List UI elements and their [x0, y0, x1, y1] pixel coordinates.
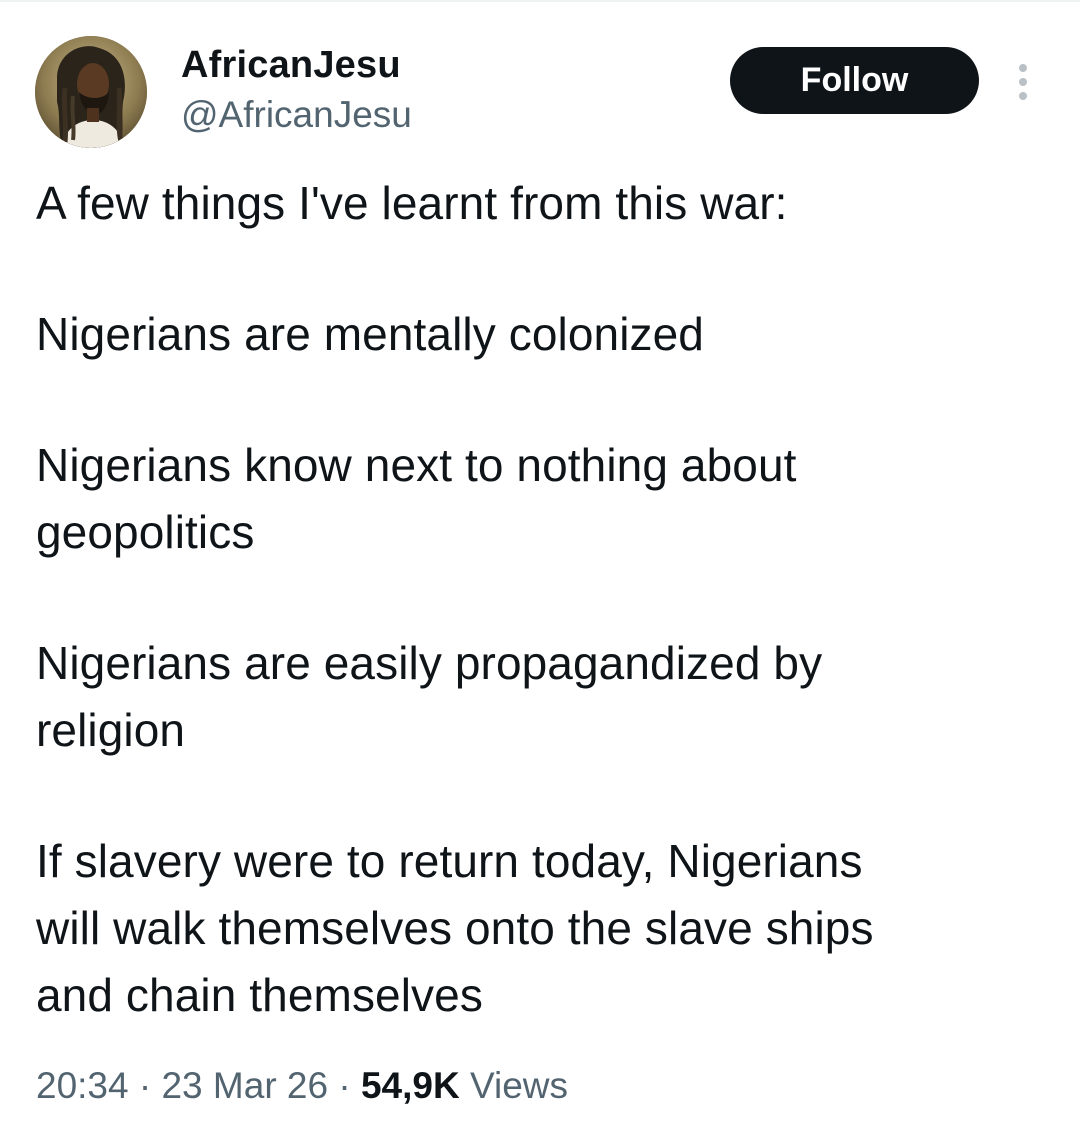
- tweet-paragraph: Nigerians know next to nothing about geop…: [36, 432, 1046, 566]
- top-divider: [0, 0, 1080, 2]
- views-label: Views: [469, 1065, 569, 1106]
- more-dot: [1019, 78, 1027, 86]
- avatar[interactable]: [35, 36, 147, 148]
- tweet-line: Nigerians know next to nothing about: [36, 439, 797, 491]
- tweet-text: A few things I've learnt from this war: N…: [36, 170, 1046, 1093]
- more-dot: [1019, 92, 1027, 100]
- tweet-line: A few things I've learnt from this war:: [36, 177, 788, 229]
- views-count[interactable]: 54,9K: [361, 1065, 460, 1106]
- author-display-name[interactable]: AfricanJesu: [181, 40, 401, 90]
- meta-separator: ·: [138, 1065, 152, 1106]
- meta-separator: ·: [338, 1065, 351, 1106]
- tweet-line: religion: [36, 704, 186, 756]
- more-vertical-icon[interactable]: [1010, 60, 1036, 104]
- tweet-line: geopolitics: [36, 506, 255, 558]
- tweet-line: Nigerians are easily propagandized by: [36, 637, 823, 689]
- tweet-line: Nigerians are mentally colonized: [36, 308, 704, 360]
- tweet-date[interactable]: 23 Mar 26: [161, 1065, 328, 1106]
- tweet-meta: 20:34 · 23 Mar 26 · 54,9K Views: [36, 1061, 568, 1111]
- tweet-paragraph: Nigerians are easily propagandized by rel…: [36, 630, 1046, 764]
- tweet-line: If slavery were to return today, Nigeria…: [36, 835, 863, 887]
- tweet-paragraph: Nigerians are mentally colonized: [36, 301, 1046, 368]
- tweet-paragraph: A few things I've learnt from this war:: [36, 170, 1046, 237]
- follow-button[interactable]: Follow: [730, 47, 979, 114]
- avatar-photo: [35, 36, 147, 148]
- tweet-line: and chain themselves: [36, 969, 483, 1021]
- tweet-line: will walk themselves onto the slave ship…: [36, 902, 874, 954]
- author-handle[interactable]: @AfricanJesu: [181, 90, 412, 140]
- more-dot: [1019, 64, 1027, 72]
- tweet-paragraph: If slavery were to return today, Nigeria…: [36, 828, 1046, 1029]
- tweet-time[interactable]: 20:34: [36, 1065, 129, 1106]
